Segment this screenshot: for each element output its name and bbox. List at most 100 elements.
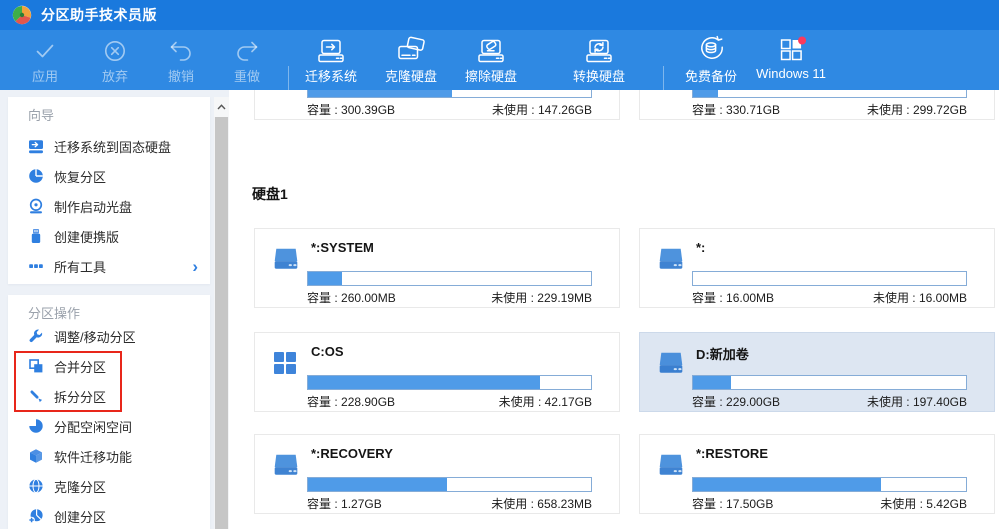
clone-disk-icon xyxy=(394,34,428,64)
sidebar-item-bootable-media[interactable]: 制作启动光盘 xyxy=(8,191,210,221)
partition-name: *:RESTORE xyxy=(696,446,768,461)
unused-text: 未使用 : 42.17GB xyxy=(499,393,592,410)
drive-icon xyxy=(657,350,685,376)
sidebar-item-allocate-space[interactable]: 分配空闲空间 xyxy=(8,411,210,441)
notification-badge xyxy=(798,37,806,45)
usage-bar xyxy=(692,477,967,492)
create-partition-icon xyxy=(28,508,44,524)
disk-map-panel: 容量 : 300.39GB 未使用 : 147.26GB 容量 : 330.71… xyxy=(229,90,999,529)
usage-bar xyxy=(692,375,967,390)
window-title: 分区助手技术员版 xyxy=(41,5,157,25)
unused-text: 未使用 : 658.23MB xyxy=(491,495,592,512)
sidebar-item-merge-partition[interactable]: 合并分区 xyxy=(8,351,210,381)
drive-icon xyxy=(272,246,300,272)
sidebar: 向导 迁移系统到固态硬盘 恢复分区 制作启动光盘 xyxy=(0,90,229,529)
partition-name: C:OS xyxy=(311,344,344,359)
wizard-section: 向导 迁移系统到固态硬盘 恢复分区 制作启动光盘 xyxy=(8,97,210,284)
partition-ops-section-title: 分区操作 xyxy=(28,303,80,322)
sidebar-item-migrate-to-ssd[interactable]: 迁移系统到固态硬盘 xyxy=(8,131,210,161)
clone-partition-icon xyxy=(28,478,44,494)
partition-card-restore[interactable]: *:RESTORE 容量 : 17.50GB 未使用 : 5.42GB xyxy=(639,434,995,514)
usage-bar xyxy=(307,375,592,390)
capacity-text: 容量 : 17.50GB xyxy=(692,495,773,512)
capacity-text: 容量 : 330.71GB xyxy=(692,101,780,118)
discard-button[interactable]: 放弃 xyxy=(102,34,128,88)
usage-bar xyxy=(307,90,592,98)
capacity-text: 容量 : 300.39GB xyxy=(307,101,395,118)
partition-card-partial[interactable]: 容量 : 300.39GB 未使用 : 147.26GB xyxy=(254,90,620,120)
app-logo-icon xyxy=(12,5,32,25)
toolbar: 应用 放弃 撤销 重做 xyxy=(0,30,999,90)
bootable-media-icon xyxy=(28,198,44,214)
partition-card-partial[interactable]: 容量 : 330.71GB 未使用 : 299.72GB xyxy=(639,90,995,120)
resize-move-icon xyxy=(28,328,44,344)
wipe-disk-button[interactable]: 擦除硬盘 xyxy=(465,34,517,88)
chevron-right-icon: › xyxy=(192,258,198,275)
recover-partition-icon xyxy=(28,168,44,184)
unused-text: 未使用 : 229.19MB xyxy=(491,289,592,306)
partition-card-system[interactable]: *:SYSTEM 容量 : 260.00MB 未使用 : 229.19MB xyxy=(254,228,620,308)
portable-version-icon xyxy=(28,228,44,244)
capacity-text: 容量 : 260.00MB xyxy=(307,289,396,306)
merge-partition-icon xyxy=(28,358,44,374)
wipe-disk-icon xyxy=(474,34,508,64)
usage-bar xyxy=(307,477,592,492)
drive-icon xyxy=(657,246,685,272)
usage-bar xyxy=(692,271,967,286)
windows-11-button[interactable]: Windows 11 xyxy=(756,34,826,88)
disk1-title: 硬盘1 xyxy=(252,184,288,204)
unused-text: 未使用 : 16.00MB xyxy=(873,289,967,306)
allocate-space-icon xyxy=(28,418,44,434)
scroll-up-button[interactable] xyxy=(214,97,229,117)
wizard-section-title: 向导 xyxy=(28,105,54,124)
windows-logo-icon xyxy=(272,350,300,376)
partition-card-c-os[interactable]: C:OS 容量 : 228.90GB 未使用 : 42.17GB xyxy=(254,332,620,412)
sidebar-item-all-tools[interactable]: 所有工具 › xyxy=(8,251,210,281)
sidebar-item-split-partition[interactable]: 拆分分区 xyxy=(8,381,210,411)
split-partition-icon xyxy=(28,388,44,404)
undo-icon xyxy=(167,34,195,64)
partition-name: *:SYSTEM xyxy=(311,240,374,255)
capacity-text: 容量 : 228.90GB xyxy=(307,393,395,410)
all-tools-icon xyxy=(28,258,44,274)
discard-icon xyxy=(102,34,128,64)
clone-disk-button[interactable]: 克隆硬盘 xyxy=(385,34,437,88)
unused-text: 未使用 : 147.26GB xyxy=(492,101,592,118)
partition-card-d-selected[interactable]: D:新加卷 容量 : 229.00GB 未使用 : 197.40GB xyxy=(639,332,995,412)
usage-bar xyxy=(692,90,967,98)
redo-button[interactable]: 重做 xyxy=(233,34,261,88)
partition-assistant-window: 分区助手技术员版 应用 放弃 撤销 重做 xyxy=(0,0,999,529)
redo-icon xyxy=(233,34,261,64)
partition-name: D:新加卷 xyxy=(696,344,749,363)
sidebar-scrollbar xyxy=(214,97,229,529)
migrate-os-icon xyxy=(314,34,348,64)
migrate-to-ssd-icon xyxy=(28,138,44,154)
capacity-text: 容量 : 16.00MB xyxy=(692,289,774,306)
convert-disk-button[interactable]: 转换硬盘 xyxy=(573,34,625,88)
sidebar-item-resize-move[interactable]: 调整/移动分区 xyxy=(8,321,210,351)
capacity-text: 容量 : 229.00GB xyxy=(692,393,780,410)
sidebar-item-recover-partition[interactable]: 恢复分区 xyxy=(8,161,210,191)
sidebar-item-clone-partition[interactable]: 克隆分区 xyxy=(8,471,210,501)
partition-ops-section: 分区操作 调整/移动分区 合并分区 拆分分区 xyxy=(8,295,210,529)
sidebar-item-app-mover[interactable]: 软件迁移功能 xyxy=(8,441,210,471)
partition-card-reserved[interactable]: *: 容量 : 16.00MB 未使用 : 16.00MB xyxy=(639,228,995,308)
convert-disk-icon xyxy=(582,34,616,64)
apply-button[interactable]: 应用 xyxy=(32,34,58,88)
drive-icon xyxy=(272,452,300,478)
capacity-text: 容量 : 1.27GB xyxy=(307,495,382,512)
usage-bar xyxy=(307,271,592,286)
scrollbar-thumb[interactable] xyxy=(215,117,228,529)
titlebar: 分区助手技术员版 xyxy=(0,0,999,30)
free-backup-button[interactable]: 免费备份 xyxy=(685,34,737,88)
apply-check-icon xyxy=(32,34,58,64)
sidebar-item-portable-version[interactable]: 创建便携版 xyxy=(8,221,210,251)
unused-text: 未使用 : 197.40GB xyxy=(867,393,967,410)
partition-name: *:RECOVERY xyxy=(311,446,393,461)
app-mover-icon xyxy=(28,448,44,464)
migrate-os-button[interactable]: 迁移系统 xyxy=(305,34,357,88)
sidebar-item-create-partition[interactable]: 创建分区 xyxy=(8,501,210,529)
undo-button[interactable]: 撤销 xyxy=(167,34,195,88)
drive-icon xyxy=(657,452,685,478)
partition-card-recovery[interactable]: *:RECOVERY 容量 : 1.27GB 未使用 : 658.23MB xyxy=(254,434,620,514)
